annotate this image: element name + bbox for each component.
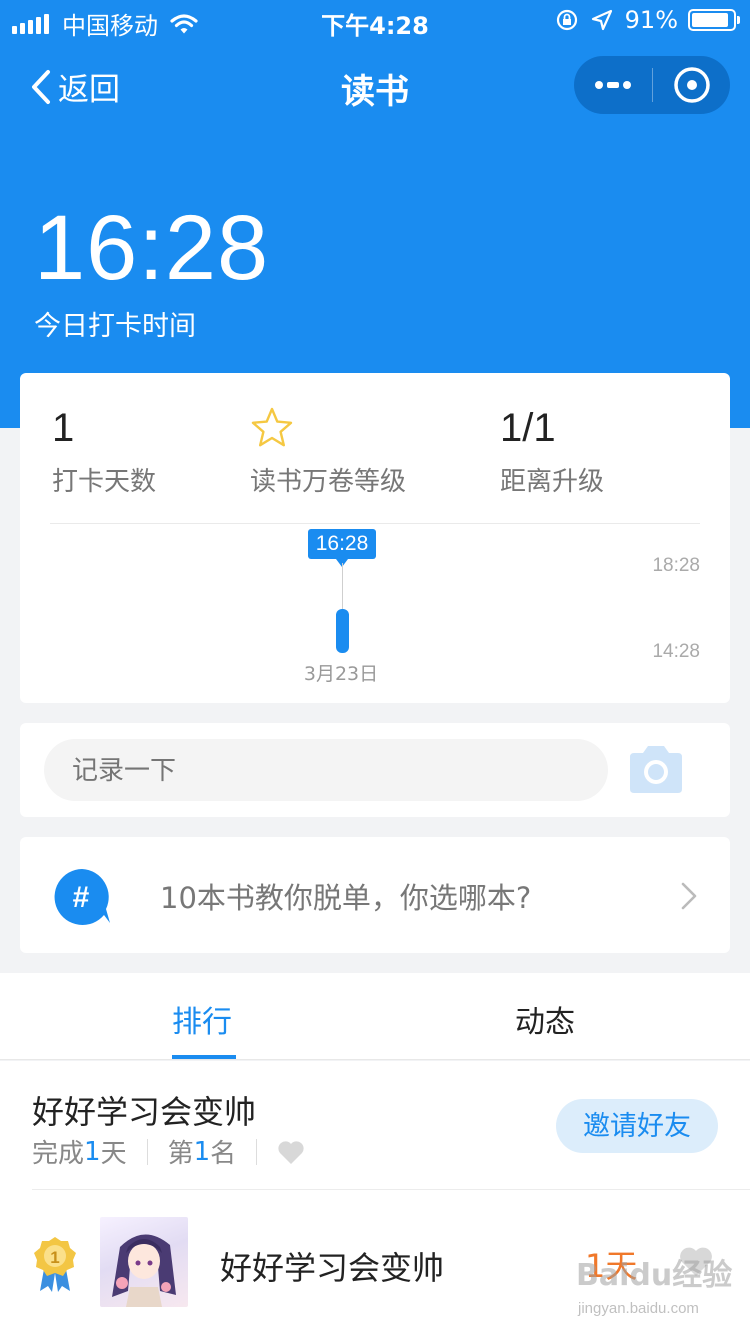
record-input[interactable] [44, 739, 608, 801]
avatar[interactable] [100, 1217, 188, 1307]
battery-percent: 91% [624, 6, 678, 34]
star-icon [251, 407, 293, 447]
record-card [20, 723, 730, 817]
checkin-time-label: 今日打卡时间 [34, 311, 196, 342]
topic-card[interactable]: # 10本书教你脱单，你选哪本? [20, 837, 730, 953]
stat-label: 打卡天数 [52, 467, 157, 497]
stat-label: 距离升级 [500, 467, 605, 497]
camera-icon [630, 746, 682, 793]
stat-reading-level[interactable]: 读书万卷等级 [250, 403, 406, 498]
ranking-user-name: 好好学习会变帅 [220, 1249, 445, 1287]
heart-icon[interactable] [277, 1139, 305, 1165]
done-prefix: 完成 [32, 1139, 85, 1169]
checkin-time: 16:28 [34, 197, 270, 299]
battery-level [692, 13, 729, 27]
chart-y-tick-label: 18:28 [652, 555, 700, 576]
medal-icon: 1 [32, 1235, 78, 1293]
chevron-right-icon [680, 881, 698, 915]
medal-rank: 1 [50, 1248, 59, 1267]
battery-icon [688, 9, 740, 31]
watermark-url: jingyan.baidu.com [578, 1300, 699, 1317]
camera-button[interactable] [626, 743, 686, 797]
rank-prefix: 第 [167, 1139, 194, 1169]
close-circle-icon [673, 67, 710, 103]
chart-y-tick-label: 14:28 [652, 641, 700, 662]
stat-value: 1 [52, 406, 75, 450]
chart-x-tick-label: 3月23日 [303, 663, 379, 685]
tab-ranking[interactable]: 排行 [172, 997, 232, 1041]
stat-upgrade-distance: 1/1 距离升级 [500, 403, 604, 498]
stat-label: 读书万卷等级 [250, 467, 407, 497]
svg-text:#: # [73, 881, 90, 914]
user-summary: 完成 1 天 第1名 [32, 1133, 305, 1170]
user-name: 好好学习会变帅 [32, 1093, 257, 1131]
done-suffix: 天 [100, 1139, 127, 1169]
nav-bar: 返回 读书 [0, 54, 750, 114]
more-icon [595, 81, 631, 89]
rank-value: 1 [193, 1136, 211, 1167]
status-bar: 中国移动 下午4:28 91% [0, 0, 750, 40]
rank-suffix: 名 [210, 1139, 237, 1169]
tab-activity[interactable]: 动态 [515, 997, 575, 1041]
tab-indicator [172, 1055, 236, 1059]
invite-friends-button[interactable]: 邀请好友 [556, 1099, 718, 1153]
chart-guide-line [342, 563, 343, 609]
watermark-logo: Baidu经验 [576, 1258, 733, 1293]
divider [32, 1189, 750, 1190]
more-button[interactable] [574, 56, 652, 114]
stats-card: 1 打卡天数 读书万卷等级 1/1 距离升级 16:28 3月23日 18:28… [20, 373, 730, 703]
close-button[interactable] [653, 56, 730, 114]
stat-checkin-days: 1 打卡天数 [52, 403, 156, 498]
chart-bar[interactable] [336, 609, 349, 653]
tab-bar: 排行 动态 [0, 973, 750, 1060]
mini-program-capsule [574, 56, 730, 114]
stat-value: 1/1 [500, 406, 556, 450]
chart-data-label: 16:28 [308, 529, 376, 567]
divider [50, 523, 700, 524]
hashtag-icon: # [52, 867, 112, 927]
location-icon [591, 9, 612, 31]
rotation-lock-icon [556, 9, 577, 31]
topic-title: 10本书教你脱单，你选哪本? [160, 881, 532, 915]
done-value: 1 [84, 1136, 101, 1167]
